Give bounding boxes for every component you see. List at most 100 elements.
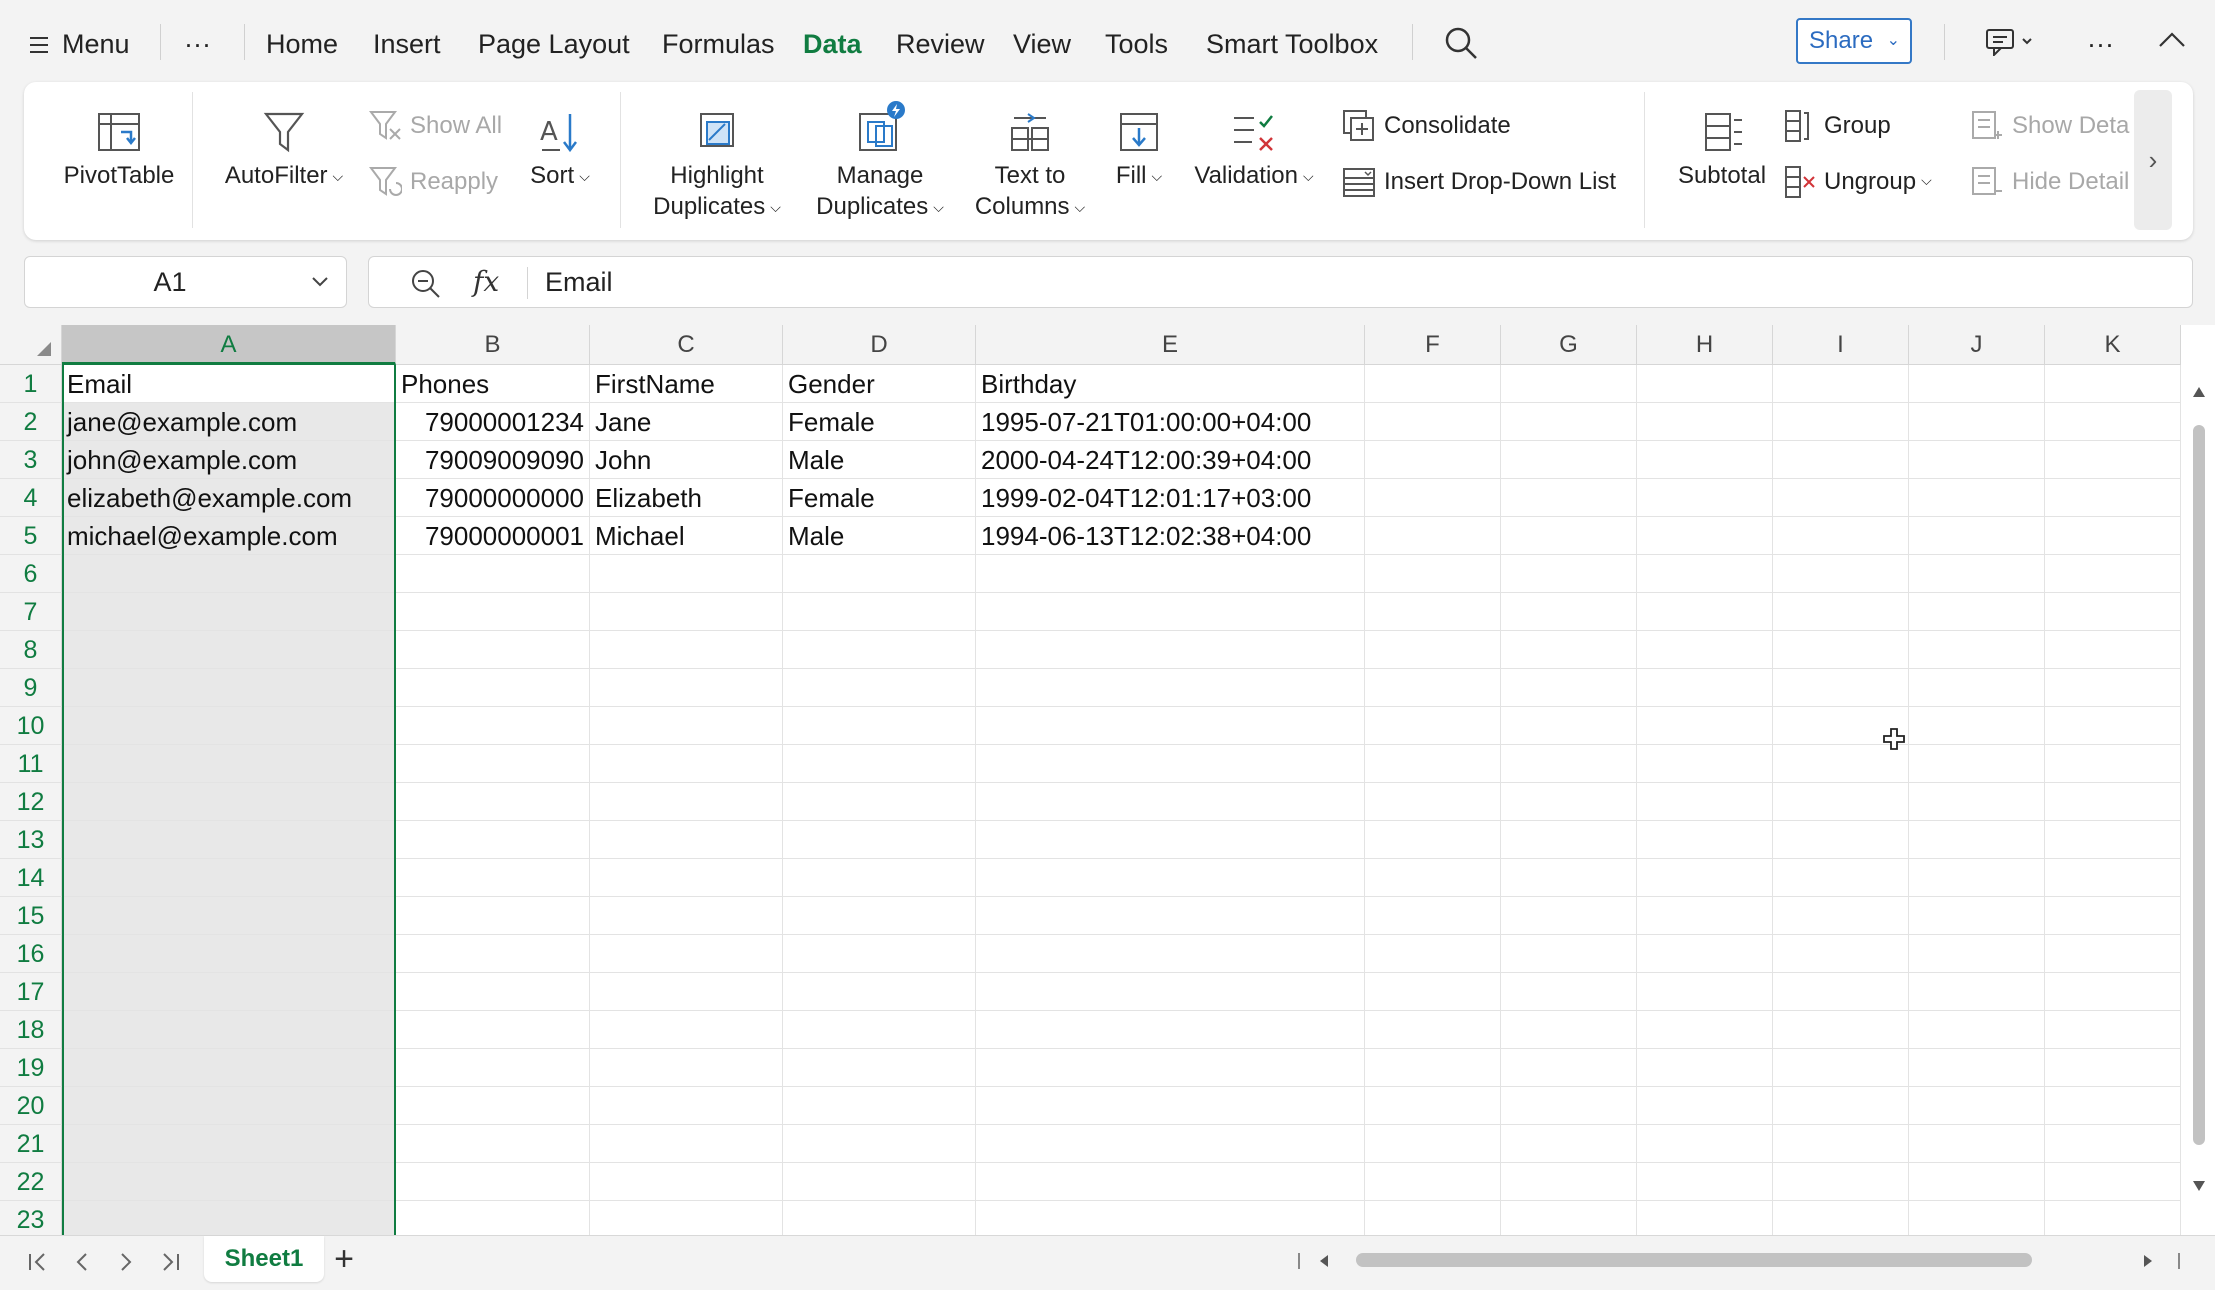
- cell-j16[interactable]: [1909, 935, 2045, 973]
- tab-view[interactable]: View: [1013, 0, 1071, 82]
- cell-d10[interactable]: [783, 707, 976, 745]
- cell-j17[interactable]: [1909, 973, 2045, 1011]
- cell-f12[interactable]: [1365, 783, 1501, 821]
- cell-d15[interactable]: [783, 897, 976, 935]
- cell-k21[interactable]: [2045, 1125, 2181, 1163]
- cell-k5[interactable]: [2045, 517, 2181, 555]
- cell-g18[interactable]: [1501, 1011, 1637, 1049]
- cell-g19[interactable]: [1501, 1049, 1637, 1087]
- cell-c11[interactable]: [590, 745, 783, 783]
- cell-j4[interactable]: [1909, 479, 2045, 517]
- cell-i22[interactable]: [1773, 1163, 1909, 1201]
- cell-j22[interactable]: [1909, 1163, 2045, 1201]
- column-header-j[interactable]: J: [1909, 325, 2045, 365]
- highlight-duplicates-button[interactable]: Highlight Duplicates ⌵: [642, 110, 792, 225]
- insert-dropdown-list-button[interactable]: Insert Drop-Down List: [1342, 162, 1616, 202]
- consolidate-button[interactable]: Consolidate: [1342, 106, 1511, 146]
- cell-g6[interactable]: [1501, 555, 1637, 593]
- cell-h15[interactable]: [1637, 897, 1773, 935]
- cell-i18[interactable]: [1773, 1011, 1909, 1049]
- cell-f10[interactable]: [1365, 707, 1501, 745]
- cell-k11[interactable]: [2045, 745, 2181, 783]
- cell-b14[interactable]: [396, 859, 590, 897]
- cell-d8[interactable]: [783, 631, 976, 669]
- cell-c21[interactable]: [590, 1125, 783, 1163]
- cell-j23[interactable]: [1909, 1201, 2045, 1235]
- cell-i12[interactable]: [1773, 783, 1909, 821]
- cell-e21[interactable]: [976, 1125, 1365, 1163]
- tab-insert[interactable]: Insert: [373, 0, 441, 82]
- cell-f21[interactable]: [1365, 1125, 1501, 1163]
- cell-d9[interactable]: [783, 669, 976, 707]
- cell-a16[interactable]: [62, 935, 396, 973]
- cell-f2[interactable]: [1365, 403, 1501, 441]
- cell-g12[interactable]: [1501, 783, 1637, 821]
- cell-i7[interactable]: [1773, 593, 1909, 631]
- ribbon-scroll-right-button[interactable]: ›: [2134, 90, 2172, 230]
- overflow-menu-button[interactable]: ···: [2087, 0, 2114, 82]
- cell-h19[interactable]: [1637, 1049, 1773, 1087]
- row-header-1[interactable]: 1: [0, 365, 62, 403]
- cell-e17[interactable]: [976, 973, 1365, 1011]
- cell-b2[interactable]: 79000001234: [396, 403, 590, 441]
- cell-a10[interactable]: [62, 707, 396, 745]
- insert-function-button[interactable]: fx: [473, 257, 499, 307]
- row-header-18[interactable]: 18: [0, 1011, 62, 1049]
- cell-f1[interactable]: [1365, 365, 1501, 403]
- cell-a23[interactable]: [62, 1201, 396, 1235]
- cell-h6[interactable]: [1637, 555, 1773, 593]
- cell-b18[interactable]: [396, 1011, 590, 1049]
- cell-c22[interactable]: [590, 1163, 783, 1201]
- cell-j12[interactable]: [1909, 783, 2045, 821]
- cell-d4[interactable]: Female: [783, 479, 976, 517]
- cell-e19[interactable]: [976, 1049, 1365, 1087]
- cell-e7[interactable]: [976, 593, 1365, 631]
- cell-b17[interactable]: [396, 973, 590, 1011]
- cell-j20[interactable]: [1909, 1087, 2045, 1125]
- cell-k20[interactable]: [2045, 1087, 2181, 1125]
- cell-f18[interactable]: [1365, 1011, 1501, 1049]
- cell-a11[interactable]: [62, 745, 396, 783]
- cell-b7[interactable]: [396, 593, 590, 631]
- cell-k3[interactable]: [2045, 441, 2181, 479]
- cell-a3[interactable]: john@example.com: [62, 441, 396, 479]
- cell-a20[interactable]: [62, 1087, 396, 1125]
- cell-i23[interactable]: [1773, 1201, 1909, 1235]
- cell-j5[interactable]: [1909, 517, 2045, 555]
- cell-k12[interactable]: [2045, 783, 2181, 821]
- cell-c3[interactable]: John: [590, 441, 783, 479]
- cell-d16[interactable]: [783, 935, 976, 973]
- cell-f13[interactable]: [1365, 821, 1501, 859]
- pivottable-button[interactable]: PivotTable: [44, 110, 194, 191]
- cell-k14[interactable]: [2045, 859, 2181, 897]
- cell-b15[interactable]: [396, 897, 590, 935]
- cell-f7[interactable]: [1365, 593, 1501, 631]
- column-header-e[interactable]: E: [976, 325, 1365, 365]
- cell-d14[interactable]: [783, 859, 976, 897]
- cell-b13[interactable]: [396, 821, 590, 859]
- cell-a12[interactable]: [62, 783, 396, 821]
- cell-a19[interactable]: [62, 1049, 396, 1087]
- cell-g9[interactable]: [1501, 669, 1637, 707]
- column-header-h[interactable]: H: [1637, 325, 1773, 365]
- cell-h2[interactable]: [1637, 403, 1773, 441]
- group-button[interactable]: Group: [1782, 106, 1891, 146]
- cell-e2[interactable]: 1995-07-21T01:00:00+04:00: [976, 403, 1365, 441]
- cell-g15[interactable]: [1501, 897, 1637, 935]
- cell-b12[interactable]: [396, 783, 590, 821]
- cell-c15[interactable]: [590, 897, 783, 935]
- cell-k8[interactable]: [2045, 631, 2181, 669]
- column-header-i[interactable]: I: [1773, 325, 1909, 365]
- cell-a2[interactable]: jane@example.com: [62, 403, 396, 441]
- cell-h20[interactable]: [1637, 1087, 1773, 1125]
- cell-g16[interactable]: [1501, 935, 1637, 973]
- row-header-8[interactable]: 8: [0, 631, 62, 669]
- cell-k9[interactable]: [2045, 669, 2181, 707]
- cell-g20[interactable]: [1501, 1087, 1637, 1125]
- row-header-3[interactable]: 3: [0, 441, 62, 479]
- row-header-19[interactable]: 19: [0, 1049, 62, 1087]
- cell-f3[interactable]: [1365, 441, 1501, 479]
- cell-g23[interactable]: [1501, 1201, 1637, 1235]
- previous-sheet-icon[interactable]: [66, 1244, 98, 1280]
- cell-e11[interactable]: [976, 745, 1365, 783]
